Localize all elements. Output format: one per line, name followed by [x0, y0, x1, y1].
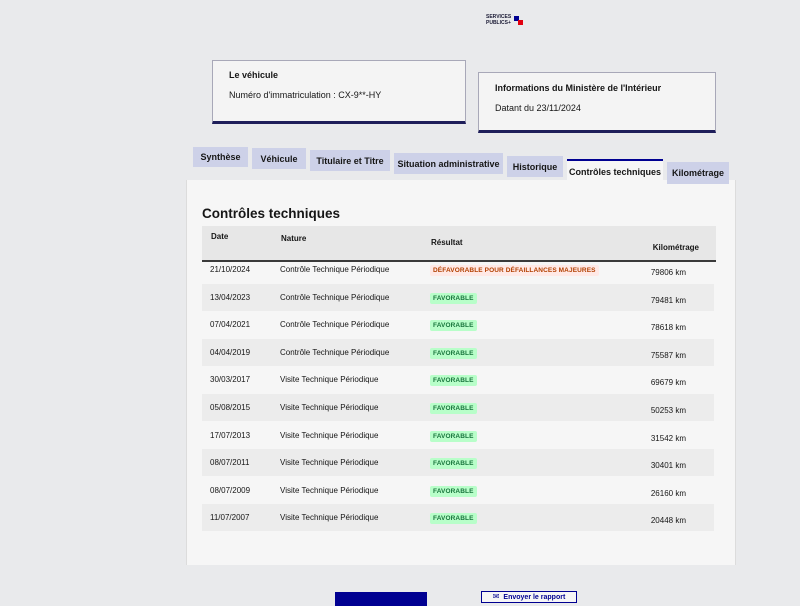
tab-synthese[interactable]: Synthèse	[193, 147, 248, 167]
header-nature: Nature	[281, 234, 307, 243]
row-result-badge: FAVORABLE	[430, 513, 477, 525]
row-date: 30/03/2017	[210, 375, 251, 385]
row-nature: Visite Technique Périodique	[280, 458, 379, 468]
row-date: 21/10/2024	[210, 265, 251, 274]
tab-titulaire[interactable]: Titulaire et Titre	[310, 150, 390, 171]
vehicle-card: Le véhicule Numéro d'immatriculation : C…	[212, 60, 466, 124]
tab-vehicule[interactable]: Véhicule	[252, 148, 306, 169]
tab-kilometrage[interactable]: Kilométrage	[667, 162, 729, 184]
table-row: 07/04/2021 Contrôle Technique Périodique F…	[202, 311, 714, 338]
row-result-badge: FAVORABLE	[430, 292, 477, 304]
table-row: 04/04/2019 Contrôle Technique Périodique F…	[202, 338, 714, 366]
row-result-badge: FAVORABLE	[430, 430, 477, 442]
row-result-badge: FAVORABLE	[430, 458, 477, 470]
row-result-badge: FAVORABLE	[430, 347, 477, 359]
row-date: 05/08/2015	[210, 403, 251, 412]
table-row: 05/08/2015 Visite Technique Périodique FAV…	[202, 394, 714, 421]
row-result-badge: FAVORABLE	[430, 485, 477, 497]
tab-historique[interactable]: Historique	[507, 156, 563, 177]
row-km: 78618 km	[650, 323, 686, 333]
row-nature: Contrôle Technique Périodique	[280, 265, 390, 274]
ministry-date: Datant du 23/11/2024	[495, 103, 581, 113]
row-km: 50253 km	[650, 406, 686, 415]
header-result: Résultat	[431, 238, 463, 247]
table-row: 08/07/2009 Visite Technique Périodique FAV…	[202, 477, 714, 504]
row-date: 17/07/2013	[210, 430, 251, 440]
row-date: 08/07/2009	[210, 485, 251, 495]
tab-controles-techniques[interactable]: Contrôles techniques	[567, 159, 663, 183]
row-result-badge: FAVORABLE	[430, 403, 477, 414]
table-row: 17/07/2013 Visite Technique Périodique FAV…	[202, 422, 714, 449]
row-date: 07/04/2021	[210, 320, 251, 330]
plate-number: Numéro d'immatriculation : CX-9**-HY	[229, 90, 382, 100]
ministry-card: Informations du Ministère de l'Intérieur…	[478, 72, 716, 133]
header-km: Kilométrage	[652, 243, 699, 252]
brand-mark-icon	[514, 15, 524, 25]
header-date: Date	[211, 232, 229, 241]
table-row: 08/07/2011 Visite Technique Périodique FAV…	[202, 449, 714, 477]
row-nature: Contrôle Technique Périodique	[280, 347, 390, 357]
row-km: 20448 km	[650, 516, 686, 526]
row-nature: Visite Technique Périodique	[280, 403, 379, 412]
ministry-card-title: Informations du Ministère de l'Intérieur	[495, 83, 662, 93]
row-nature: Visite Technique Périodique	[280, 513, 379, 523]
section-title: Contrôles techniques	[202, 206, 341, 221]
vehicle-card-title: Le véhicule	[229, 70, 279, 80]
row-date: 11/07/2007	[210, 513, 250, 523]
row-date: 04/04/2019	[210, 347, 251, 357]
primary-action-button[interactable]	[335, 592, 427, 606]
row-km: 79481 km	[650, 295, 686, 305]
row-date: 13/04/2023	[210, 292, 251, 302]
tab-situation-administrative[interactable]: Situation administrative	[394, 153, 503, 174]
row-km: 26160 km	[650, 488, 686, 498]
row-km: 31542 km	[650, 433, 686, 443]
row-result-badge: FAVORABLE	[430, 320, 477, 332]
row-result-badge: FAVORABLE	[430, 375, 477, 387]
table-row: 11/07/2007 Visite Technique Périodique FAV…	[202, 504, 714, 532]
tab-bar: Synthèse Véhicule Titulaire et Titre Sit…	[193, 145, 733, 185]
row-nature: Visite Technique Périodique	[280, 375, 379, 385]
send-report-button[interactable]: ✉ Envoyer le rapport	[481, 591, 577, 603]
row-km: 30401 km	[650, 461, 686, 471]
row-km: 75587 km	[650, 350, 686, 360]
send-report-label: Envoyer le rapport	[503, 593, 566, 601]
row-km: 69679 km	[650, 378, 686, 388]
row-date: 08/07/2011	[210, 458, 250, 468]
services-publics-logo: SERVICES PUBLICS+	[486, 14, 524, 26]
row-km: 79806 km	[650, 268, 686, 277]
row-nature: Contrôle Technique Périodique	[280, 292, 390, 302]
table-row: 13/04/2023 Contrôle Technique Périodique F…	[202, 283, 714, 311]
table-row: 21/10/2024 Contrôle Technique Périodique D…	[202, 256, 714, 283]
row-nature: Visite Technique Périodique	[280, 430, 379, 440]
row-nature: Visite Technique Périodique	[280, 485, 379, 495]
row-nature: Contrôle Technique Périodique	[280, 320, 390, 330]
brand-line-2: PUBLICS+	[486, 20, 511, 26]
row-result-badge: DÉFAVORABLE POUR DÉFAILLANCES MAJEURES	[430, 265, 599, 276]
table-row: 30/03/2017 Visite Technique Périodique FAV…	[202, 366, 714, 393]
